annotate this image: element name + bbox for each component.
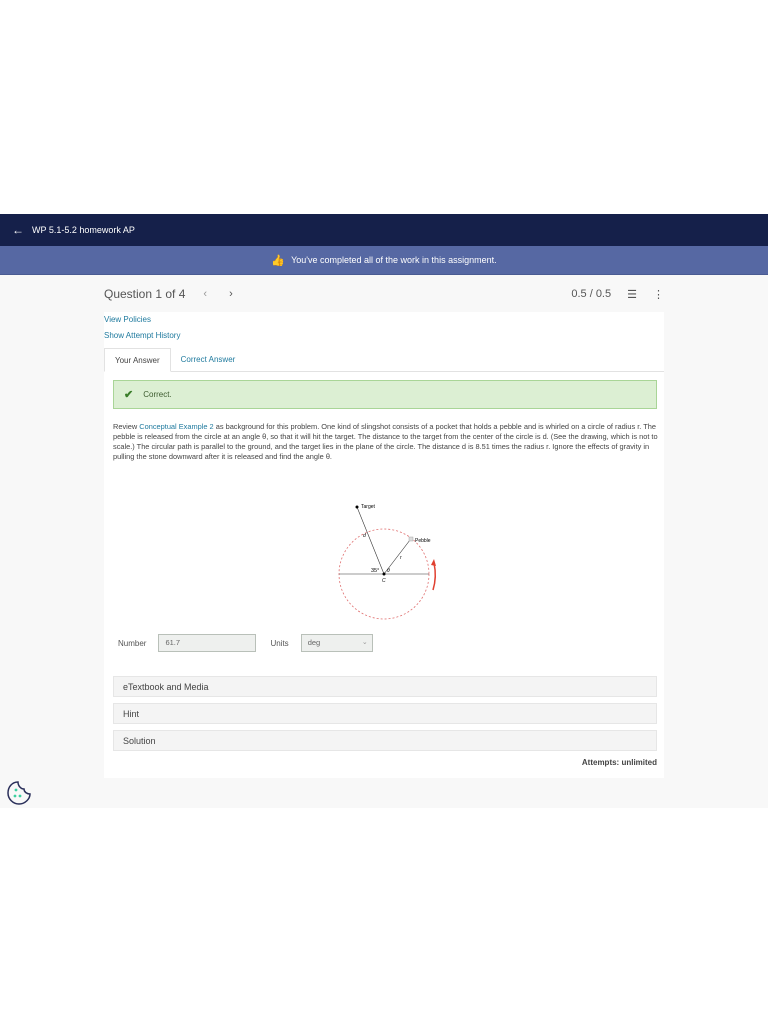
units-value: deg	[307, 638, 321, 647]
angle-label: 35°	[371, 568, 379, 574]
etextbook-accordion[interactable]: eTextbook and Media	[113, 676, 657, 697]
units-select[interactable]: deg ⌄	[300, 634, 373, 652]
d-label: d	[363, 533, 366, 539]
slingshot-diagram: Target Pebble d r 35° θ C	[338, 504, 437, 620]
theta-label: θ	[387, 568, 390, 574]
attempt-history-link[interactable]: Show Attempt History	[104, 331, 180, 340]
number-input[interactable]: 61.7	[158, 634, 257, 652]
arrow-left-icon[interactable]: ←	[12, 223, 24, 237]
thumbs-up-icon: 👍	[271, 254, 286, 267]
question-card: View Policies Show Attempt History Your …	[104, 312, 664, 778]
cookie-icon[interactable]	[6, 780, 32, 806]
completion-banner: 👍 You've completed all of the work in th…	[0, 246, 768, 275]
target-point	[355, 505, 359, 509]
score: 0.5 / 0.5	[571, 288, 612, 300]
tab-correct-answer[interactable]: Correct Answer	[171, 348, 246, 371]
list-icon[interactable]: ☰	[627, 288, 637, 301]
next-question-button[interactable]: ›	[229, 288, 233, 300]
units-label: Units	[270, 638, 289, 648]
chevron-down-icon: ⌄	[361, 639, 368, 646]
target-label: Target	[361, 504, 376, 510]
solution-accordion[interactable]: Solution	[113, 730, 657, 751]
tab-your-answer[interactable]: Your Answer	[104, 348, 171, 372]
correct-feedback: ✔ Correct.	[113, 380, 657, 409]
number-label: Number	[118, 638, 147, 648]
answer-row: Number 61.7 Units deg ⌄	[118, 634, 373, 652]
problem-text: Review Conceptual Example 2 as backgroun…	[113, 422, 658, 462]
pebble-marker	[408, 536, 414, 542]
problem-pre: Review	[113, 422, 140, 431]
d-line	[356, 506, 385, 575]
view-policies-link[interactable]: View Policies	[104, 315, 151, 324]
banner-text: You've completed all of the work in this…	[291, 255, 497, 265]
conceptual-example-link[interactable]: Conceptual Example 2	[139, 422, 213, 431]
question-title: Question 1 of 4	[104, 287, 186, 301]
prev-question-button[interactable]: ‹	[203, 288, 207, 300]
pebble-label: Pebble	[415, 538, 431, 544]
rotation-arrow	[432, 562, 437, 591]
question-header: Question 1 of 4 ‹ › 0.5 / 0.5 ☰ ⋮	[104, 287, 664, 301]
assignment-title: WP 5.1-5.2 homework AP	[32, 225, 135, 235]
hint-accordion[interactable]: Hint	[113, 703, 657, 724]
attempts-info: Attempts: unlimited	[581, 758, 657, 767]
r-label: r	[400, 555, 402, 561]
top-bar: ← WP 5.1-5.2 homework AP	[0, 214, 768, 246]
center-label: C	[382, 578, 386, 584]
more-vertical-icon[interactable]: ⋮	[653, 288, 664, 301]
checkmark-icon: ✔	[124, 389, 134, 401]
feedback-text: Correct.	[143, 390, 172, 399]
answer-tabs: Your Answer Correct Answer	[104, 348, 664, 372]
